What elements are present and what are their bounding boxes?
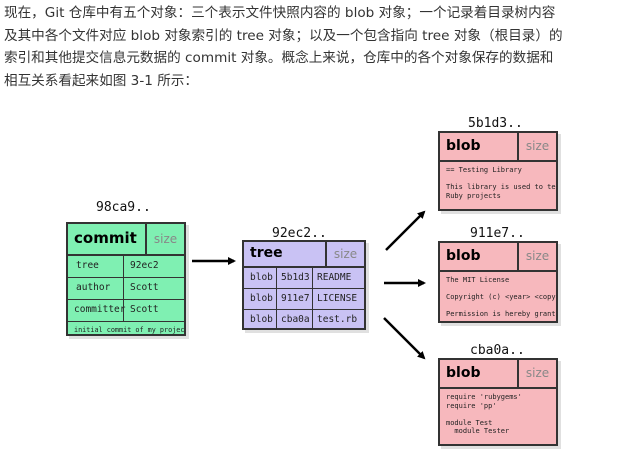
tree-row-name: LICENSE bbox=[317, 293, 358, 304]
tree-row: blob 5b1d3 README bbox=[244, 268, 364, 289]
tree-row-kind: blob bbox=[250, 293, 273, 304]
tree-row-kind: blob bbox=[250, 314, 273, 325]
blob-hash: cba0a.. bbox=[470, 343, 525, 358]
blob-content: require 'rubygems' require 'pp' module T… bbox=[446, 393, 522, 435]
blob-size-label: size bbox=[517, 360, 556, 387]
commit-row-value: 92ec2 bbox=[130, 260, 159, 271]
blob-size-label: size bbox=[517, 243, 556, 270]
tree-row: blob cba0a test.rb bbox=[244, 310, 364, 328]
blob-type-label: blob bbox=[446, 365, 481, 381]
blob-size-label: size bbox=[517, 133, 556, 160]
commit-row-tree: tree 92ec2 bbox=[68, 256, 184, 278]
blob-content: == Testing Library This library is used … bbox=[446, 166, 556, 200]
commit-row-value: Scott bbox=[130, 304, 159, 315]
tree-row: blob 911e7 LICENSE bbox=[244, 289, 364, 310]
blob-type-label: blob bbox=[446, 248, 481, 264]
commit-hash: 98ca9.. bbox=[96, 200, 151, 215]
blob-object: blob size require 'rubygems' require 'pp… bbox=[438, 358, 558, 446]
tree-type-label: tree bbox=[250, 245, 283, 261]
commit-row-key: author bbox=[76, 282, 111, 293]
tree-size-label: size bbox=[325, 242, 364, 266]
commit-size-label: size bbox=[145, 224, 184, 254]
tree-row-hash: cba0a bbox=[281, 314, 310, 325]
commit-type-label: commit bbox=[74, 229, 137, 247]
tree-row-kind: blob bbox=[250, 272, 273, 283]
commit-header: commit size bbox=[68, 224, 184, 256]
tree-row-hash: 911e7 bbox=[281, 293, 310, 304]
tree-object: tree size blob 5b1d3 README blob 911e7 L… bbox=[242, 240, 366, 330]
blob-hash: 911e7.. bbox=[470, 226, 525, 241]
commit-row-key: tree bbox=[76, 260, 99, 271]
commit-row-value: Scott bbox=[130, 282, 159, 293]
tree-header: tree size bbox=[244, 242, 364, 268]
blob-hash: 5b1d3.. bbox=[468, 116, 523, 131]
commit-row-key: committer bbox=[74, 304, 126, 315]
blob-object: blob size == Testing Library This librar… bbox=[438, 131, 558, 211]
commit-object: commit size tree 92ec2 author Scott comm… bbox=[66, 222, 186, 336]
blob-header: blob size bbox=[440, 360, 556, 389]
commit-row-author: author Scott bbox=[68, 278, 184, 300]
tree-row-name: test.rb bbox=[317, 314, 358, 325]
commit-row-committer: committer Scott bbox=[68, 300, 184, 322]
blob-header: blob size bbox=[440, 243, 556, 272]
arrow-tree-to-blob3 bbox=[383, 317, 426, 360]
tree-row-hash: 5b1d3 bbox=[281, 272, 310, 283]
tree-row-name: README bbox=[317, 272, 352, 283]
blob-header: blob size bbox=[440, 133, 556, 162]
arrow-tree-to-blob1 bbox=[385, 210, 426, 251]
tree-hash: 92ec2.. bbox=[272, 226, 327, 241]
commit-message: initial commit of my project bbox=[74, 326, 186, 334]
blob-content: The MIT License Copyright (c) <year> <co… bbox=[446, 276, 556, 318]
blob-object: blob size The MIT License Copyright (c) … bbox=[438, 241, 558, 323]
blob-type-label: blob bbox=[446, 138, 481, 154]
